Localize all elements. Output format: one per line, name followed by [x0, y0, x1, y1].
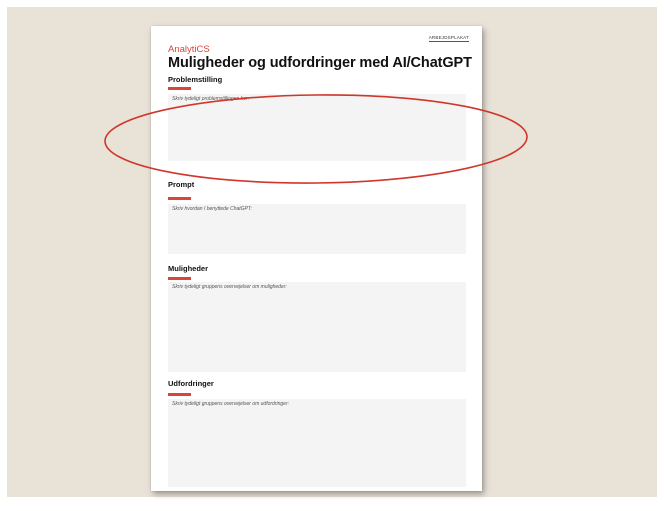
section-label-prompt: Prompt: [168, 180, 195, 189]
answer-box-muligheder[interactable]: Skriv tydeligt gruppens overvejelser om …: [168, 282, 466, 372]
answer-placeholder: Skriv hvordan I benyttede ChatGPT:: [172, 206, 252, 212]
answer-box-udfordringer[interactable]: Skriv tydeligt gruppens overvejelser om …: [168, 399, 466, 487]
answer-box-prompt[interactable]: Skriv hvordan I benyttede ChatGPT:: [168, 204, 466, 254]
answer-placeholder: Skriv tydeligt gruppens overvejelser om …: [172, 284, 287, 290]
page-title: Muligheder og udfordringer med AI/ChatGP…: [168, 55, 472, 71]
worksheet-tag: ARBEJDSPLAKAT: [428, 35, 469, 42]
section-accent-bar: [168, 87, 191, 90]
section-accent-bar: [168, 197, 191, 200]
section-label-muligheder: Muligheder: [168, 264, 209, 273]
answer-placeholder: Skriv tydeligt gruppens overvejelser om …: [172, 401, 289, 407]
worksheet-page: ARBEJDSPLAKAT AnalytiCS Muligheder og ud…: [151, 26, 482, 491]
answer-box-problemstilling[interactable]: Skriv tydeligt problemstillingen her:: [168, 94, 466, 161]
section-accent-bar: [168, 393, 191, 396]
section-label-problemstilling: Problemstilling: [168, 75, 223, 84]
section-accent-bar: [168, 277, 191, 280]
brand-name: AnalytiCS: [168, 44, 210, 55]
section-label-udfordringer: Udfordringer: [168, 379, 214, 388]
answer-placeholder: Skriv tydeligt problemstillingen her:: [172, 96, 250, 102]
